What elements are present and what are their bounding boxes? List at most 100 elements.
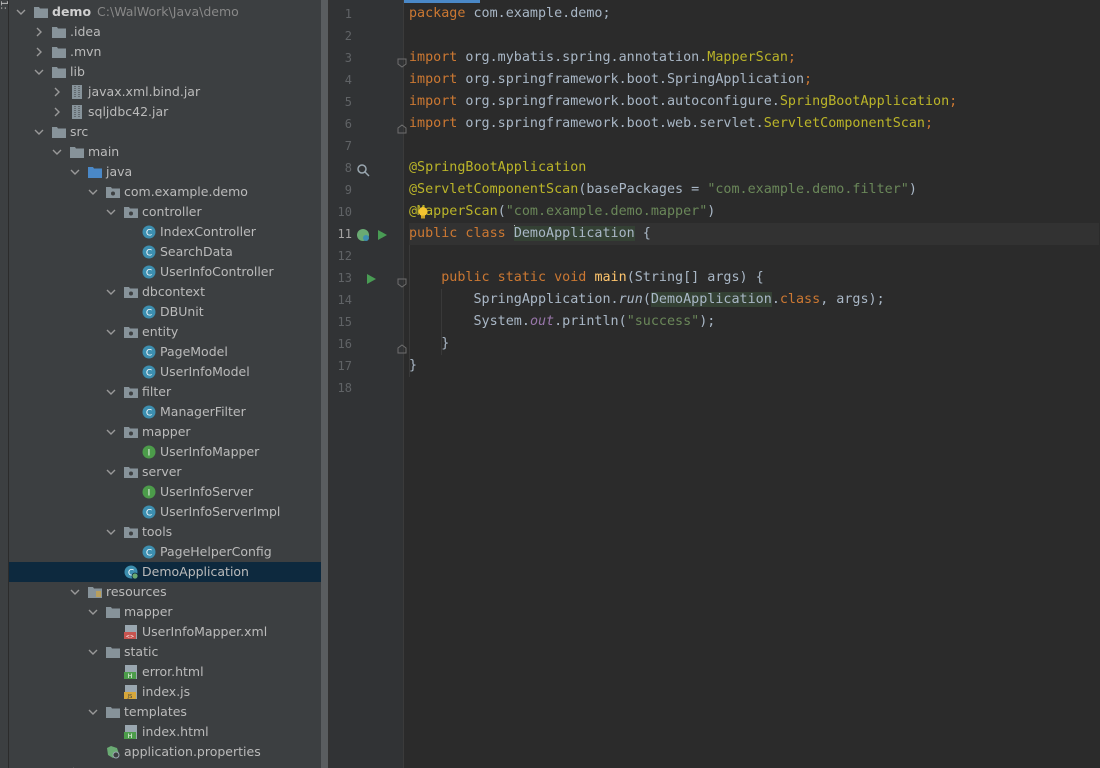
chevron-down-icon[interactable] bbox=[106, 422, 116, 442]
project-tool-window-label[interactable]: 1: Project bbox=[0, 0, 8, 40]
code-line[interactable]: package com.example.demo; bbox=[409, 3, 1099, 25]
editor-gutter[interactable]: 1 2 3 4 5 6 7 8 9 10 11 12 13 14 15 16 1… bbox=[330, 0, 407, 768]
tree-row-entity[interactable]: entity bbox=[9, 322, 321, 342]
tree-row-userinfoserverimpl[interactable]: C UserInfoServerImpl bbox=[9, 502, 321, 522]
tree-row-dbcontext[interactable]: dbcontext bbox=[9, 282, 321, 302]
tree-row-userinfomapper-xml[interactable]: <> UserInfoMapper.xml bbox=[9, 622, 321, 642]
tree-scrollbar-thumb[interactable] bbox=[321, 0, 328, 768]
tree-row-controller[interactable]: controller bbox=[9, 202, 321, 222]
tree-row-javax-jar[interactable]: javax.xml.bind.jar bbox=[9, 82, 321, 102]
code-line[interactable]: import org.springframework.boot.SpringAp… bbox=[409, 69, 1099, 91]
tree-row-sqljdbc-jar[interactable]: sqljdbc42.jar bbox=[9, 102, 321, 122]
tree-row-idea[interactable]: .idea bbox=[9, 22, 321, 42]
tree-label: mapper bbox=[142, 424, 191, 439]
tree-row-resources[interactable]: resources bbox=[9, 582, 321, 602]
code-line[interactable]: } bbox=[409, 333, 1099, 355]
chevron-down-icon[interactable] bbox=[70, 582, 80, 602]
tree-row-userinfocontroller[interactable]: C UserInfoController bbox=[9, 262, 321, 282]
code-line[interactable]: import org.mybatis.spring.annotation.Map… bbox=[409, 47, 1099, 69]
tree-row-managerfilter[interactable]: C ManagerFilter bbox=[9, 402, 321, 422]
spring-boot-class-icon: C bbox=[124, 565, 139, 580]
chevron-down-icon[interactable] bbox=[106, 382, 116, 402]
tree-row-java[interactable]: java bbox=[9, 162, 321, 182]
chevron-down-icon[interactable] bbox=[88, 642, 98, 662]
tree-row-mvn[interactable]: .mvn bbox=[9, 42, 321, 62]
line-number: 4 bbox=[344, 73, 352, 87]
tree-row-lib[interactable]: lib bbox=[9, 62, 321, 82]
code-editor[interactable]: 1 2 3 4 5 6 7 8 9 10 11 12 13 14 15 16 1… bbox=[330, 0, 1100, 768]
find-usages-icon[interactable] bbox=[356, 162, 370, 177]
tree-row-mapper-package[interactable]: mapper bbox=[9, 422, 321, 442]
chevron-down-icon[interactable] bbox=[106, 202, 116, 222]
chevron-down-icon[interactable] bbox=[106, 522, 116, 542]
lightbulb-icon[interactable] bbox=[417, 205, 429, 219]
run-icon[interactable] bbox=[375, 227, 389, 241]
chevron-down-icon[interactable] bbox=[70, 162, 80, 182]
tree-row-searchdata[interactable]: C SearchData bbox=[9, 242, 321, 262]
fold-icon[interactable] bbox=[397, 273, 407, 288]
chevron-down-icon[interactable] bbox=[88, 602, 98, 622]
tree-row-templates[interactable]: templates bbox=[9, 702, 321, 722]
tree-row-dbunit[interactable]: C DBUnit bbox=[9, 302, 321, 322]
tree-row-pagemodel[interactable]: C PageModel bbox=[9, 342, 321, 362]
tree-row-package-demo[interactable]: com.example.demo bbox=[9, 182, 321, 202]
tree-row-application-properties[interactable]: application.properties bbox=[9, 742, 321, 762]
chevron-down-icon[interactable] bbox=[88, 182, 98, 202]
chevron-right-icon[interactable] bbox=[52, 82, 62, 102]
line-number: 13 bbox=[337, 271, 352, 285]
code-token: DemoApplication bbox=[650, 292, 772, 307]
chevron-down-icon[interactable] bbox=[106, 282, 116, 302]
chevron-down-icon[interactable] bbox=[106, 322, 116, 342]
code-line[interactable]: SpringApplication.run(DemoApplication.cl… bbox=[409, 289, 1099, 311]
tree-row-filter[interactable]: filter bbox=[9, 382, 321, 402]
tree-row-userinfomapper[interactable]: I UserInfoMapper bbox=[9, 442, 321, 462]
code-line-current[interactable]: public class DemoApplication { bbox=[409, 223, 1099, 245]
tree-row-demoapplication[interactable]: C DemoApplication bbox=[9, 562, 321, 582]
tree-row-demo[interactable]: demo C:\WalWork\Java\demo bbox=[9, 2, 321, 22]
svg-text:C: C bbox=[146, 309, 152, 319]
chevron-right-icon[interactable] bbox=[34, 42, 44, 62]
code-token: ; bbox=[804, 72, 813, 87]
fold-icon[interactable] bbox=[397, 53, 407, 68]
code-line[interactable]: public static void main(String[] args) { bbox=[409, 267, 1099, 289]
chevron-down-icon[interactable] bbox=[34, 62, 44, 82]
tree-row-userinfomodel[interactable]: C UserInfoModel bbox=[9, 362, 321, 382]
tree-row-server[interactable]: server bbox=[9, 462, 321, 482]
tree-row-mapper-resources[interactable]: mapper bbox=[9, 602, 321, 622]
fold-icon[interactable] bbox=[397, 119, 407, 134]
fold-icon[interactable] bbox=[397, 339, 407, 354]
code-token: class bbox=[779, 292, 821, 307]
tree-label: javax.xml.bind.jar bbox=[88, 84, 201, 99]
line-number: 6 bbox=[344, 117, 352, 131]
tree-row-index-js[interactable]: JS index.js bbox=[9, 682, 321, 702]
svg-text:C: C bbox=[146, 349, 152, 359]
chevron-down-icon[interactable] bbox=[52, 142, 62, 162]
chevron-down-icon[interactable] bbox=[34, 122, 44, 142]
tree-row-src[interactable]: src bbox=[9, 122, 321, 142]
chevron-down-icon[interactable] bbox=[88, 702, 98, 722]
tree-row-static[interactable]: static bbox=[9, 642, 321, 662]
spring-bean-icon[interactable] bbox=[356, 227, 370, 241]
code-line[interactable]: import org.springframework.boot.autoconf… bbox=[409, 91, 1099, 113]
code-token: import bbox=[409, 94, 458, 109]
tree-row-pagehelperconfig[interactable]: C PageHelperConfig bbox=[9, 542, 321, 562]
code-line[interactable]: import org.springframework.boot.web.serv… bbox=[409, 113, 1099, 135]
tree-row-userinfoserver[interactable]: I UserInfoServer bbox=[9, 482, 321, 502]
tree-row-index-html[interactable]: H index.html bbox=[9, 722, 321, 742]
chevron-right-icon[interactable] bbox=[34, 22, 44, 42]
code-line[interactable]: } bbox=[409, 355, 1099, 377]
code-line[interactable]: System.out.println("success"); bbox=[409, 311, 1099, 333]
chevron-down-icon[interactable] bbox=[16, 2, 26, 22]
chevron-right-icon[interactable] bbox=[52, 102, 62, 122]
tree-row-error-html[interactable]: H error.html bbox=[9, 662, 321, 682]
chevron-right-icon[interactable] bbox=[70, 762, 80, 768]
tree-row-main[interactable]: main bbox=[9, 142, 321, 162]
tool-window-strip[interactable]: 1: Project bbox=[0, 0, 9, 768]
tree-row-indexcontroller[interactable]: C IndexController bbox=[9, 222, 321, 242]
chevron-down-icon[interactable] bbox=[106, 462, 116, 482]
code-line[interactable]: @SpringBootApplication bbox=[409, 157, 1099, 179]
code-line[interactable]: @MapperScan("com.example.demo.mapper") bbox=[409, 201, 1099, 223]
tree-row-tools[interactable]: tools bbox=[9, 522, 321, 542]
code-line[interactable]: @ServletComponentScan(basePackages = "co… bbox=[409, 179, 1099, 201]
run-icon[interactable] bbox=[364, 271, 378, 285]
